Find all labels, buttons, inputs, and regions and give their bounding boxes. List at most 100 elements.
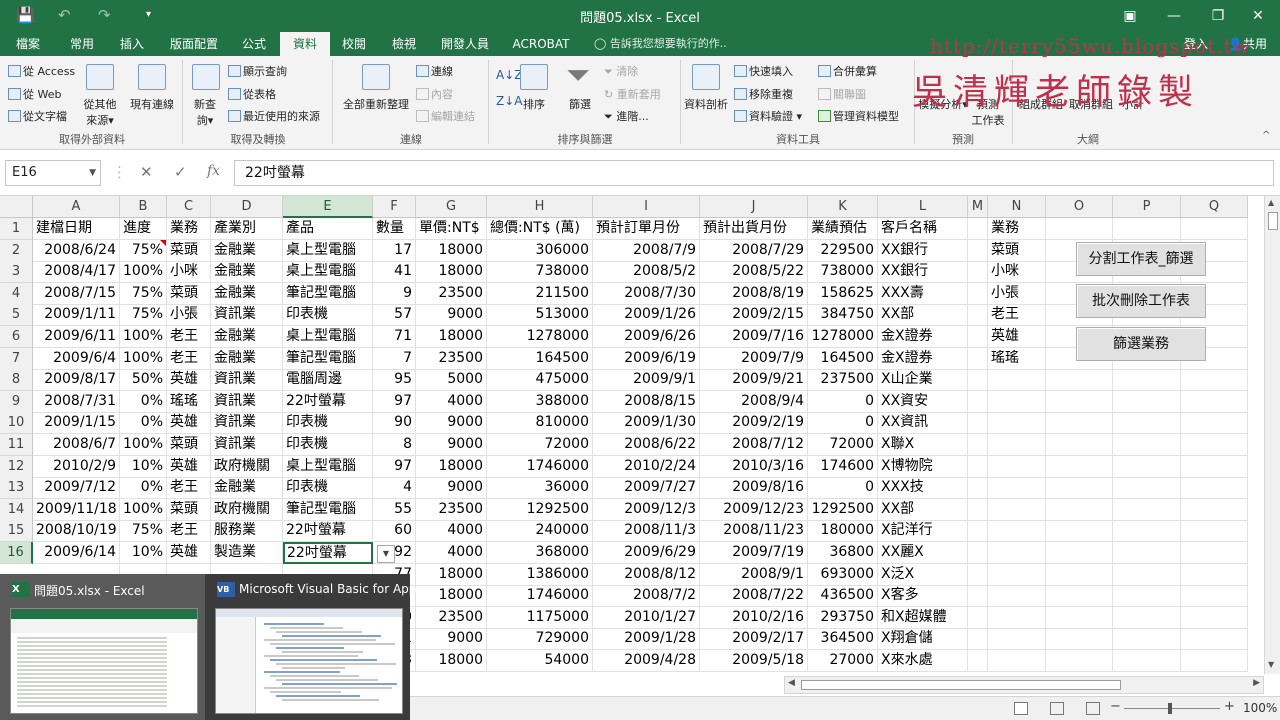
table-cell[interactable]: 桌上型電腦 xyxy=(283,261,373,284)
table-cell[interactable]: 1746000 xyxy=(487,455,593,478)
table-cell[interactable]: 金X證券 xyxy=(878,347,968,370)
table-cell[interactable] xyxy=(1181,477,1248,500)
table-cell[interactable] xyxy=(1046,563,1113,586)
table-cell[interactable]: 100% xyxy=(120,498,167,521)
table-cell[interactable]: 293750 xyxy=(808,606,878,629)
table-cell[interactable]: 9000 xyxy=(416,477,487,500)
table-cell[interactable]: 2009/1/26 xyxy=(593,304,700,327)
table-cell[interactable]: 9000 xyxy=(416,412,487,435)
row-header[interactable]: 1 xyxy=(0,218,33,240)
table-cell[interactable]: 老王 xyxy=(167,326,211,348)
header-cell[interactable] xyxy=(968,218,988,240)
normal-view-icon[interactable] xyxy=(1014,702,1028,715)
table-cell[interactable] xyxy=(1113,369,1181,392)
from-text-button[interactable]: 從文字檔 xyxy=(8,108,67,124)
table-cell[interactable]: 0 xyxy=(808,412,878,435)
table-cell[interactable]: 2010/2/9 xyxy=(33,455,120,478)
table-cell[interactable]: 306000 xyxy=(487,239,593,262)
scroll-right-icon[interactable]: ▶ xyxy=(1253,678,1260,688)
table-cell[interactable]: 2008/7/9 xyxy=(593,239,700,262)
table-cell[interactable]: 2008/9/4 xyxy=(700,390,808,413)
batch-delete-sheets-button[interactable]: 批次刪除工作表 xyxy=(1076,284,1206,318)
table-cell[interactable]: 4000 xyxy=(416,542,487,564)
table-cell[interactable] xyxy=(1046,434,1113,456)
table-cell[interactable] xyxy=(988,628,1046,651)
table-cell[interactable]: 229500 xyxy=(808,239,878,262)
table-cell[interactable] xyxy=(988,455,1046,478)
header-cell[interactable]: 業務 xyxy=(167,218,211,240)
table-cell[interactable]: 71 xyxy=(373,326,416,348)
table-cell[interactable]: 2010/1/27 xyxy=(593,606,700,629)
table-cell[interactable] xyxy=(1046,498,1113,521)
table-cell[interactable]: 4 xyxy=(373,477,416,500)
table-cell[interactable]: 2009/1/30 xyxy=(593,412,700,435)
minimize-button[interactable]: — xyxy=(1152,4,1196,28)
filter-sales-button[interactable]: 篩選業務 xyxy=(1076,327,1206,361)
header-cell[interactable] xyxy=(1046,218,1113,240)
table-cell[interactable] xyxy=(1181,606,1248,629)
header-cell[interactable]: 數量 xyxy=(373,218,416,240)
table-cell[interactable]: 384750 xyxy=(808,304,878,327)
table-cell[interactable]: 22吋螢幕 xyxy=(283,520,373,543)
table-cell[interactable]: 60 xyxy=(373,520,416,543)
scroll-down-icon[interactable]: ▼ xyxy=(1268,660,1274,669)
table-cell[interactable]: 1292500 xyxy=(808,498,878,521)
row-header[interactable]: 2 xyxy=(0,239,33,262)
table-cell[interactable]: 2008/4/17 xyxy=(33,261,120,284)
row-header[interactable]: 9 xyxy=(0,390,33,413)
table-cell[interactable]: 18000 xyxy=(416,239,487,262)
preview-excel-window[interactable]: X 問題05.xlsx - Excel xyxy=(0,574,205,720)
table-cell[interactable]: 75% xyxy=(120,282,167,305)
table-cell[interactable] xyxy=(968,326,988,348)
table-cell[interactable] xyxy=(1113,412,1181,435)
table-cell[interactable]: 50% xyxy=(120,369,167,392)
table-cell[interactable] xyxy=(968,412,988,435)
table-cell[interactable]: 0 xyxy=(808,390,878,413)
row-header[interactable]: 13 xyxy=(0,477,33,500)
formula-input[interactable]: 22吋螢幕 xyxy=(234,160,1274,186)
table-cell[interactable] xyxy=(1181,520,1248,543)
table-cell[interactable]: 2009/12/23 xyxy=(700,498,808,521)
table-cell[interactable]: 174600 xyxy=(808,455,878,478)
table-cell[interactable]: 菜頭 xyxy=(167,434,211,456)
table-cell[interactable] xyxy=(1181,628,1248,651)
table-cell[interactable]: 41 xyxy=(373,261,416,284)
table-cell[interactable]: 英雄 xyxy=(167,412,211,435)
table-cell[interactable]: 2009/8/17 xyxy=(33,369,120,392)
table-cell[interactable]: 1746000 xyxy=(487,585,593,608)
table-cell[interactable] xyxy=(988,606,1046,629)
table-cell[interactable] xyxy=(1046,477,1113,500)
table-cell[interactable]: 金融業 xyxy=(211,347,283,370)
table-cell[interactable]: 95 xyxy=(373,369,416,392)
zoom-in-button[interactable]: + xyxy=(1224,699,1235,714)
table-cell[interactable] xyxy=(968,239,988,262)
table-cell[interactable]: X來水處 xyxy=(878,650,968,672)
table-cell[interactable]: 筆記型電腦 xyxy=(283,498,373,521)
text-to-columns-button[interactable]: 資料剖析 xyxy=(682,96,730,112)
table-cell[interactable]: 5000 xyxy=(416,369,487,392)
column-header[interactable]: P xyxy=(1113,196,1181,218)
table-cell[interactable]: 100% xyxy=(120,347,167,370)
table-cell[interactable]: 桌上型電腦 xyxy=(283,326,373,348)
table-cell[interactable]: X聯X xyxy=(878,434,968,456)
table-cell[interactable]: XX部 xyxy=(878,498,968,521)
table-cell[interactable]: 金融業 xyxy=(211,239,283,262)
table-cell[interactable] xyxy=(1181,650,1248,672)
table-cell[interactable]: 23500 xyxy=(416,347,487,370)
table-cell[interactable]: XX資安 xyxy=(878,390,968,413)
table-cell[interactable] xyxy=(968,434,988,456)
table-cell[interactable] xyxy=(1113,542,1181,564)
table-cell[interactable]: 240000 xyxy=(487,520,593,543)
table-cell[interactable]: 2009/6/11 xyxy=(33,326,120,348)
table-cell[interactable] xyxy=(1181,390,1248,413)
column-header[interactable]: B xyxy=(120,196,167,218)
table-cell[interactable] xyxy=(1113,455,1181,478)
table-cell[interactable]: 2010/3/16 xyxy=(700,455,808,478)
chevron-down-icon[interactable]: ▼ xyxy=(89,161,96,185)
table-cell[interactable]: 老王 xyxy=(167,477,211,500)
vertical-scrollbar[interactable]: ▲ ▼ xyxy=(1264,196,1280,674)
table-cell[interactable] xyxy=(1181,434,1248,456)
table-cell[interactable] xyxy=(988,585,1046,608)
row-header[interactable]: 4 xyxy=(0,282,33,305)
header-cell[interactable]: 業務 xyxy=(988,218,1046,240)
